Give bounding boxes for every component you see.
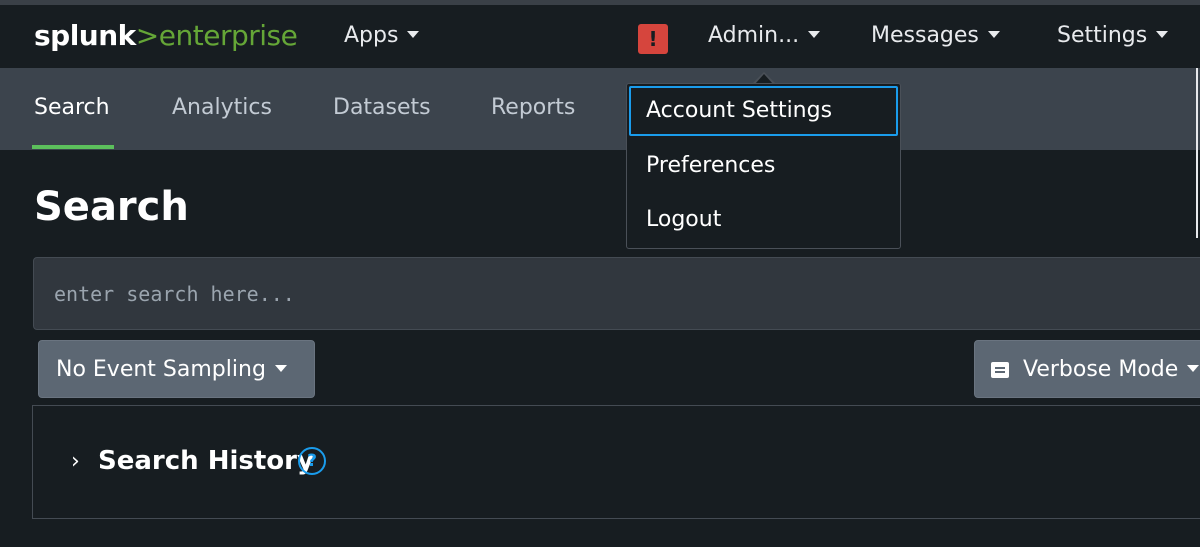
event-sampling-label: No Event Sampling	[56, 357, 266, 382]
menu-item-preferences[interactable]: Preferences	[629, 141, 898, 191]
chevron-right-icon[interactable]: ›	[71, 451, 80, 473]
caret-down-icon	[987, 30, 1000, 38]
tab-datasets[interactable]: Datasets	[333, 94, 431, 122]
scrollbar-edge	[1196, 68, 1198, 238]
search-mode-dropdown[interactable]: Verbose Mode	[974, 340, 1200, 398]
caret-down-icon	[1156, 30, 1169, 38]
logo-chevron: >	[135, 19, 159, 52]
search-history-toggle[interactable]: Search History	[98, 445, 314, 477]
help-icon[interactable]: ?	[298, 447, 326, 475]
logo-sub: enterprise	[158, 19, 298, 52]
logo-main: splunk	[34, 19, 136, 52]
menu-item-account-settings[interactable]: Account Settings	[629, 86, 898, 136]
settings-menu-label: Settings	[1057, 23, 1148, 48]
messages-menu[interactable]: Messages	[871, 22, 1000, 50]
alert-icon[interactable]: !	[638, 24, 668, 54]
caret-down-icon	[407, 30, 420, 38]
apps-menu-label: Apps	[344, 23, 399, 48]
caret-down-icon	[808, 30, 821, 38]
global-nav-bar: splunk>enterprise Apps ! Admin... Messag…	[0, 5, 1200, 68]
search-mode-label: Verbose Mode	[1023, 357, 1179, 382]
messages-menu-label: Messages	[871, 23, 979, 48]
app-bar: Search Analytics Datasets Reports	[0, 68, 1200, 150]
active-tab-indicator	[32, 145, 114, 149]
settings-menu[interactable]: Settings	[1057, 22, 1169, 50]
caret-down-icon	[274, 364, 287, 372]
splunk-logo[interactable]: splunk>enterprise	[34, 19, 298, 53]
tab-reports[interactable]: Reports	[491, 94, 575, 122]
event-mode-icon	[991, 362, 1009, 378]
event-sampling-dropdown[interactable]: No Event Sampling	[38, 340, 315, 398]
user-menu[interactable]: Admin...	[708, 22, 821, 50]
search-history-panel: › Search History ?	[32, 405, 1200, 519]
tab-search[interactable]: Search	[34, 94, 110, 122]
user-dropdown-menu: Account Settings Preferences Logout	[626, 83, 901, 249]
apps-menu[interactable]: Apps	[344, 22, 420, 50]
tab-analytics[interactable]: Analytics	[172, 94, 272, 122]
page-title: Search	[34, 184, 189, 230]
caret-down-icon	[1187, 364, 1200, 372]
menu-item-logout[interactable]: Logout	[629, 195, 898, 245]
search-input[interactable]	[33, 257, 1200, 330]
user-menu-label: Admin...	[708, 23, 800, 48]
